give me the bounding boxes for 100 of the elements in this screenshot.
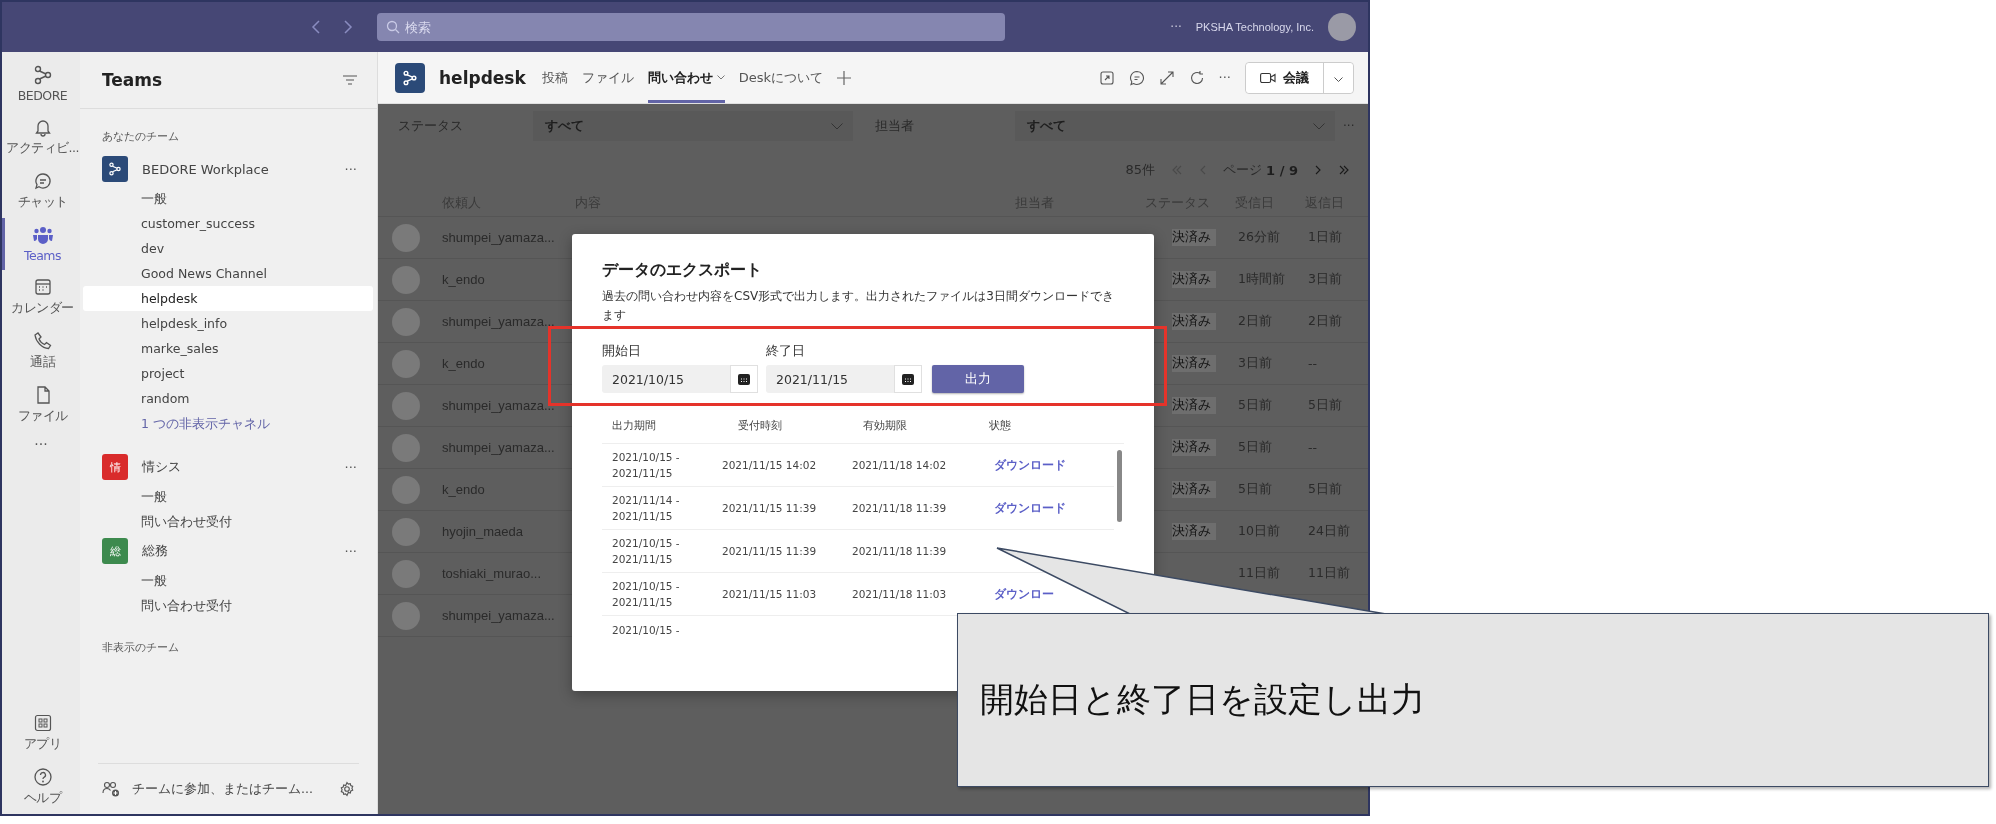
table-cell-text: 2021/10/15 - 2021/11/15 xyxy=(612,579,681,610)
avatar-placeholder xyxy=(392,307,420,336)
channel-item[interactable]: dev xyxy=(83,236,373,261)
avatar-placeholder xyxy=(392,265,420,294)
rail-item[interactable]: アクティビ... xyxy=(2,110,80,164)
column-header: 状態 xyxy=(988,419,1012,433)
field-label: 終了日 xyxy=(766,343,806,360)
tab[interactable]: Deskについて xyxy=(738,52,824,103)
channel-item[interactable]: helpdesk_info xyxy=(83,311,373,336)
team-badge: 情 xyxy=(102,454,128,480)
column-header: 有効期限 xyxy=(863,419,908,433)
logo-icon xyxy=(402,69,418,86)
status-tag: 決済み xyxy=(1172,271,1216,288)
table-cell-text: 2021/10/15 - 2021/11/15 xyxy=(612,536,681,567)
avatar-placeholder xyxy=(392,475,420,504)
tab[interactable]: ファイル xyxy=(581,52,634,103)
bell-icon xyxy=(32,117,53,137)
last-page-icon[interactable] xyxy=(1338,165,1350,175)
settings-icon[interactable] xyxy=(339,781,355,797)
team-name[interactable]: BEDORE Workplace xyxy=(142,161,331,177)
more-apps-button[interactable]: ··· xyxy=(2,432,80,456)
caret-icon xyxy=(831,122,843,130)
channel-item[interactable]: 一般 xyxy=(83,568,373,593)
table-cell-text: 2021/11/15 11:03 xyxy=(722,588,818,600)
logo-icon xyxy=(108,162,122,176)
rail-item[interactable]: 通話 xyxy=(2,324,80,378)
section-heading: あなたのチーム xyxy=(102,129,179,144)
caret-icon xyxy=(1334,77,1343,82)
video-camera-icon xyxy=(1260,71,1276,84)
team-badge: 総 xyxy=(102,538,128,564)
expand-icon[interactable] xyxy=(1158,69,1175,86)
hidden-channels-link[interactable]: 1 つの非表示チャネル xyxy=(83,411,373,436)
table-cell-text: 2021/11/15 14:02 xyxy=(722,459,818,471)
team-name[interactable]: 情シス xyxy=(142,458,331,476)
popout-icon[interactable] xyxy=(1098,69,1115,86)
table-cell-text: 2021/11/18 14:02 xyxy=(852,459,948,471)
join-team-link[interactable]: チームに参加、またはチーム... xyxy=(132,780,327,798)
rail-item[interactable]: カレンダー xyxy=(2,270,80,324)
calendar-button[interactable] xyxy=(730,365,758,393)
search-field[interactable]: 検索 xyxy=(377,13,1005,41)
user-avatar[interactable] xyxy=(1328,13,1356,41)
table-cell-text: 2021/11/14 - 2021/11/15 xyxy=(612,493,681,524)
table-cell-text: 2021/11/18 11:03 xyxy=(852,588,948,600)
channel-item[interactable]: 一般 xyxy=(83,484,373,509)
more-options-button[interactable]: ··· xyxy=(1170,20,1182,34)
meeting-button[interactable]: 会議 xyxy=(1246,62,1324,93)
channel-item[interactable]: 問い合わせ受付 xyxy=(83,593,373,618)
channel-item[interactable]: project xyxy=(83,361,373,386)
table-cell-text: -- xyxy=(1308,440,1319,455)
avatar-placeholder xyxy=(392,391,420,420)
channel-item[interactable]: customer_success xyxy=(83,211,373,236)
caret-icon xyxy=(1313,122,1325,130)
team-options-button[interactable]: ··· xyxy=(344,161,357,177)
team-options-button[interactable]: ··· xyxy=(344,543,357,559)
callout-text: 開始日と終了日を設定し出力 xyxy=(980,678,1425,721)
download-link[interactable]: ダウンロード xyxy=(982,500,1066,516)
organization-name[interactable]: PKSHA Technology, Inc. xyxy=(1195,21,1314,33)
tab[interactable]: 投稿 xyxy=(541,52,568,103)
channel-item[interactable]: random xyxy=(83,386,373,411)
people-icon xyxy=(31,225,54,245)
chat-icon[interactable] xyxy=(1128,69,1145,86)
rail-item[interactable]: BEDORE xyxy=(2,58,80,110)
date-field[interactable]: 2021/11/15 xyxy=(766,365,894,393)
channel-item[interactable]: 問い合わせ受付 xyxy=(83,509,373,534)
search-icon xyxy=(386,20,400,34)
date-field[interactable]: 2021/10/15 xyxy=(602,365,730,393)
download-link[interactable]: ダウンロード xyxy=(982,457,1066,473)
channel-item[interactable]: 一般 xyxy=(83,186,373,211)
avatar-placeholder xyxy=(392,559,420,588)
rail-item[interactable]: ファイル xyxy=(2,378,80,432)
status-tag: 決済み xyxy=(1172,439,1216,456)
team-name[interactable]: 総務 xyxy=(142,542,331,560)
export-button[interactable]: 出力 xyxy=(932,365,1024,393)
channel-item[interactable]: marke_sales xyxy=(83,336,373,361)
avatar-placeholder xyxy=(392,223,420,252)
channel-item[interactable]: helpdesk xyxy=(83,286,373,311)
team-options-button[interactable]: ··· xyxy=(344,459,357,475)
avatar-placeholder xyxy=(392,601,420,630)
rail-item[interactable]: チャット xyxy=(2,164,80,218)
avatar-placeholder xyxy=(392,433,420,462)
avatar-placeholder xyxy=(392,349,420,378)
table-cell-text: 2021/11/15 11:39 xyxy=(722,502,818,514)
channel-title: helpdesk xyxy=(439,67,526,88)
rail-item[interactable]: アプリ xyxy=(2,706,80,760)
page-number: 1 / 9 xyxy=(1266,162,1298,178)
channel-item[interactable]: Good News Channel xyxy=(83,261,373,286)
status-tag: 決済み xyxy=(1172,229,1216,246)
filter-icon[interactable] xyxy=(343,75,357,85)
status-tag: 決済み xyxy=(1172,397,1216,414)
next-page-icon[interactable] xyxy=(1314,165,1322,175)
calendar-button[interactable] xyxy=(894,365,922,393)
scrollbar-thumb[interactable] xyxy=(1116,450,1122,522)
refresh-icon[interactable] xyxy=(1188,69,1205,86)
add-tab-icon[interactable] xyxy=(837,70,852,85)
more-options-button[interactable]: ··· xyxy=(1218,70,1231,85)
download-link[interactable]: ダウンロー xyxy=(982,586,1054,602)
field-label: 開始日 xyxy=(602,343,642,360)
status-tag: 決済み xyxy=(1172,313,1216,330)
rail-item[interactable]: ヘルプ xyxy=(2,760,80,814)
calendar-icon xyxy=(32,277,53,297)
